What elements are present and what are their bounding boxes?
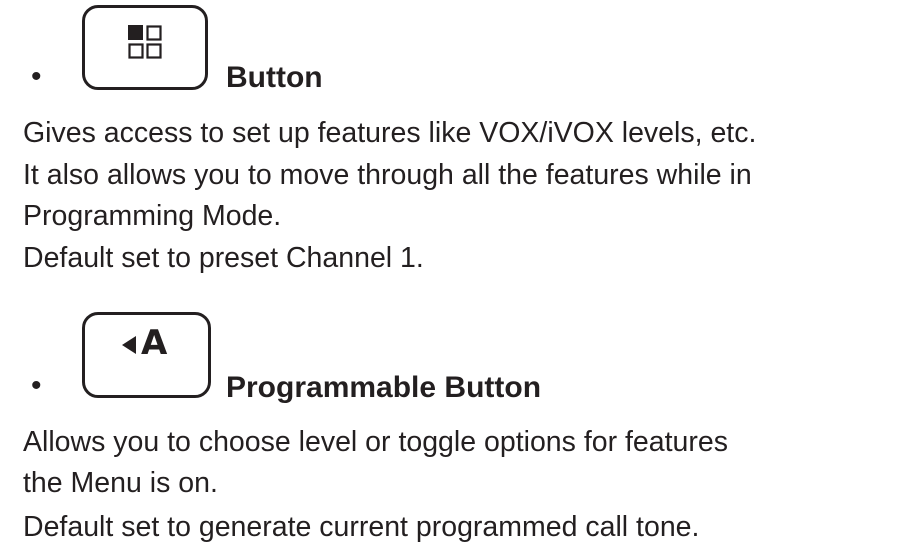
description-line: Gives access to set up features like VOX… (23, 117, 757, 149)
left-a-icon: A (82, 312, 211, 398)
bullet: • (31, 60, 42, 93)
description-line: It also allows you to move through all t… (23, 159, 752, 191)
bullet: • (31, 369, 42, 402)
programmable-button-section: • A Programmable Button Allows you to ch… (0, 290, 913, 551)
description-line: Default set to generate current programm… (23, 511, 700, 543)
programmable-button-heading: Programmable Button (226, 371, 542, 404)
description-line: Programming Mode. (23, 200, 282, 232)
left-triangle-icon (122, 336, 136, 354)
description-line: Allows you to choose level or toggle opt… (23, 426, 728, 458)
description-line: the Menu is on. (23, 467, 218, 499)
letter-a-label: A (141, 323, 168, 363)
menu-grid-icon (82, 5, 208, 90)
menu-button-heading: Button (226, 61, 323, 94)
menu-button-section: • Button Gives access to set up features… (0, 0, 913, 274)
description-line: Default set to preset Channel 1. (23, 242, 424, 274)
